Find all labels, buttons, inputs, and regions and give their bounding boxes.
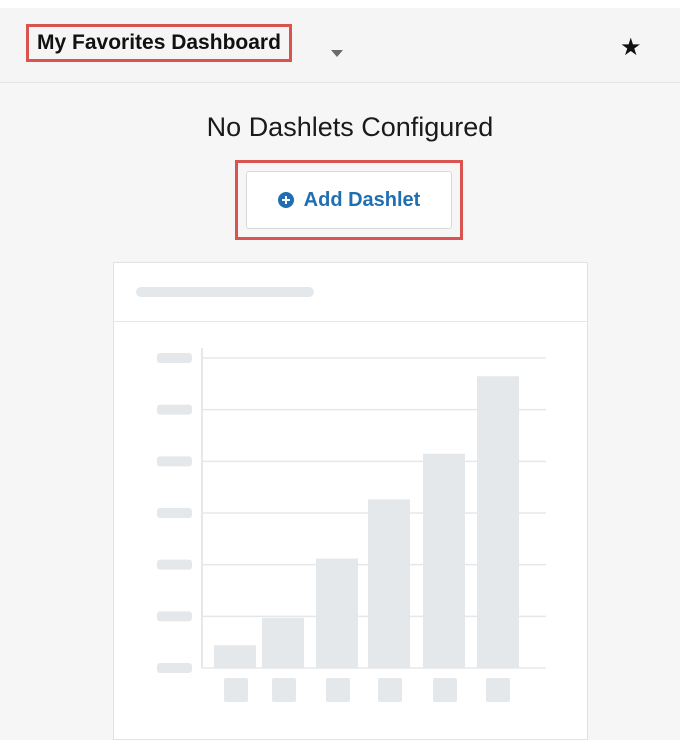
- placeholder-y-tick: [157, 508, 192, 518]
- placeholder-bar: [316, 558, 358, 668]
- placeholder-x-tick: [326, 678, 350, 702]
- placeholder-bar: [368, 499, 410, 668]
- dashboard-title[interactable]: My Favorites Dashboard: [26, 24, 292, 62]
- placeholder-x-tick: [272, 678, 296, 702]
- placeholder-y-tick: [157, 663, 192, 673]
- placeholder-x-tick: [224, 678, 248, 702]
- plus-circle-icon: [277, 192, 294, 208]
- placeholder-y-tick: [157, 353, 192, 363]
- add-dashlet-highlight: Add Dashlet: [235, 160, 463, 240]
- placeholder-bar: [423, 453, 465, 668]
- caret-down-icon[interactable]: [331, 50, 343, 57]
- placeholder-x-tick: [486, 678, 510, 702]
- top-strip: [0, 0, 680, 8]
- placeholder-bar: [477, 376, 519, 668]
- dashboard-header: My Favorites Dashboard ★: [0, 8, 680, 83]
- placeholder-y-tick: [157, 559, 192, 570]
- placeholder-dashlet: [113, 262, 588, 740]
- dashboard-title-label: My Favorites Dashboard: [37, 31, 281, 54]
- placeholder-y-tick: [157, 404, 192, 415]
- placeholder-chart: [157, 348, 546, 702]
- add-dashlet-button[interactable]: Add Dashlet: [246, 171, 452, 229]
- placeholder-bar: [214, 645, 256, 668]
- empty-state-message: No Dashlets Configured: [206, 112, 494, 142]
- star-icon[interactable]: ★: [620, 36, 642, 60]
- add-dashlet-label: Add Dashlet: [303, 188, 421, 211]
- placeholder-y-tick: [157, 611, 192, 622]
- placeholder-x-tick: [378, 678, 402, 702]
- placeholder-bar: [262, 617, 304, 668]
- placeholder-x-tick: [433, 678, 457, 702]
- placeholder-y-tick: [157, 456, 192, 467]
